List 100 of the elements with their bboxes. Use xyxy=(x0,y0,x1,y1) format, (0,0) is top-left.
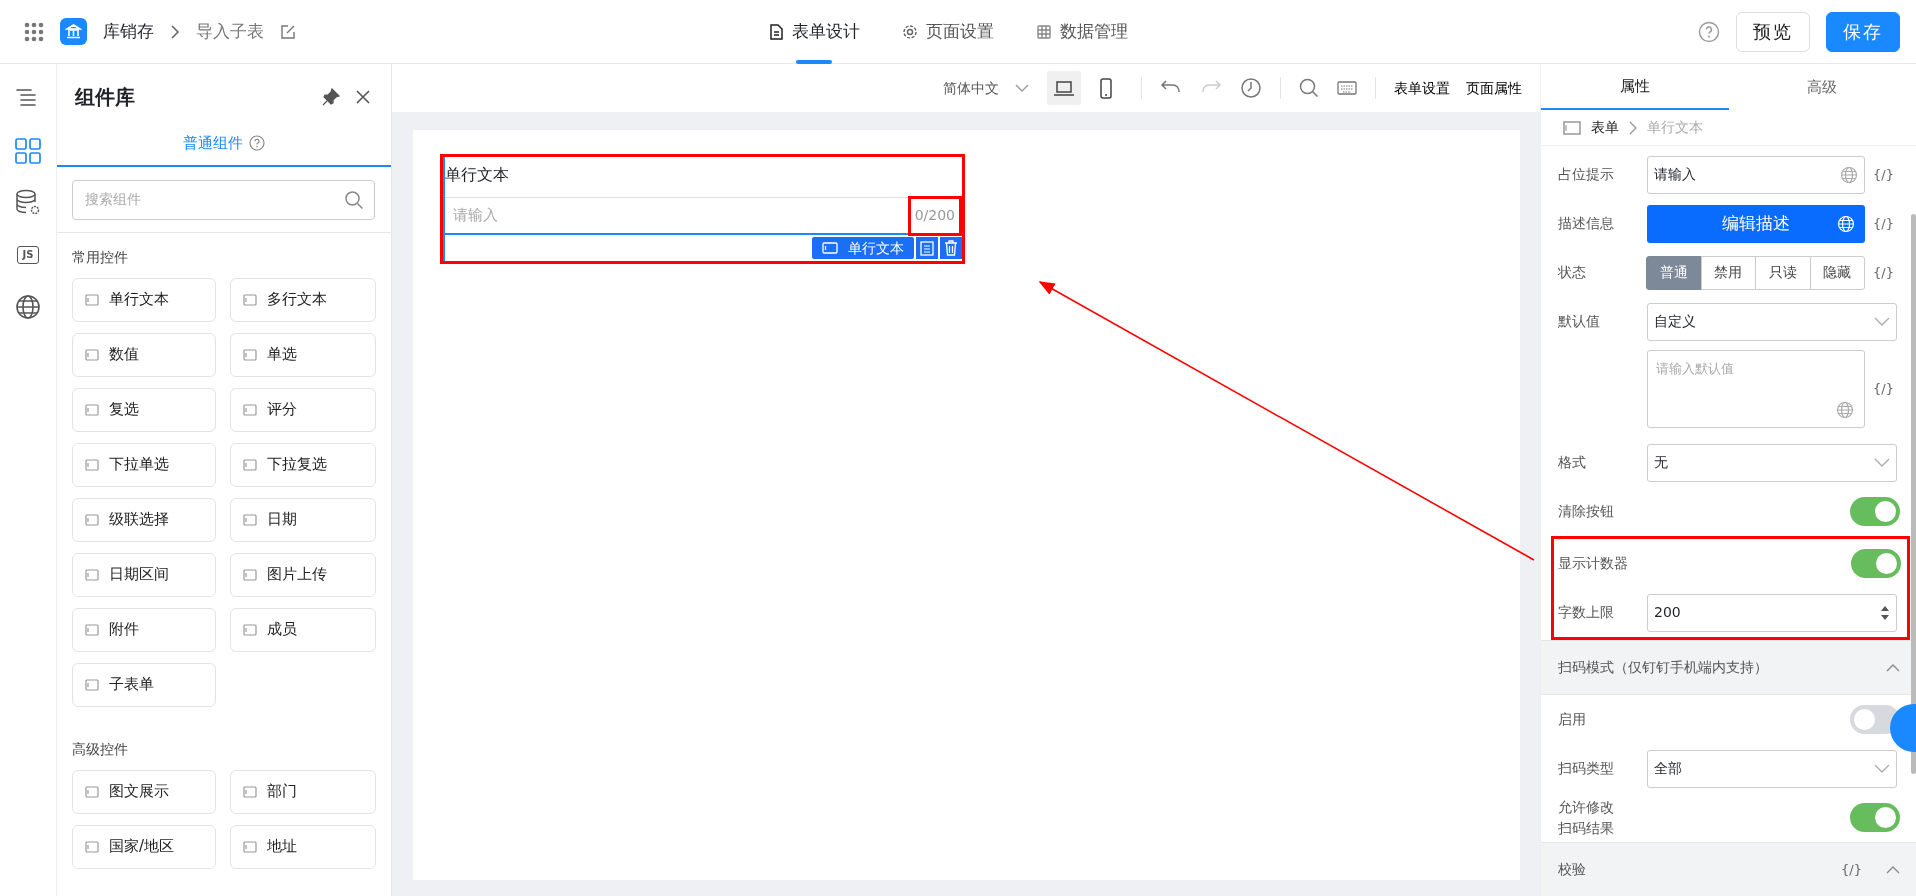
nav-tab[interactable]: 表单设计 xyxy=(768,0,860,64)
input-icon xyxy=(1563,120,1581,135)
copy-button[interactable] xyxy=(916,237,938,259)
nav-tab[interactable]: 数据管理 xyxy=(1036,0,1128,64)
component-item[interactable]: 附件 xyxy=(72,607,216,652)
component-tab[interactable]: 普通组件 xyxy=(57,124,391,167)
component-item[interactable]: 级联选择 xyxy=(72,497,216,542)
component-icon xyxy=(243,347,257,362)
table-icon xyxy=(1036,23,1052,40)
chevron-down-icon xyxy=(1874,458,1890,467)
component-item[interactable]: 国家/地区 xyxy=(72,824,216,869)
edit-icon[interactable] xyxy=(280,23,296,40)
component-item[interactable]: 下拉单选 xyxy=(72,442,216,487)
component-item[interactable]: 复选 xyxy=(72,387,216,432)
component-icon xyxy=(85,622,99,637)
field-type-tag[interactable]: 单行文本 xyxy=(812,237,914,259)
bank-logo-icon xyxy=(60,18,87,45)
search-field[interactable]: 搜索组件 xyxy=(72,179,375,220)
placeholder-input[interactable]: 请输入 xyxy=(1647,155,1865,194)
component-item[interactable]: 地址 xyxy=(230,824,376,869)
status-option[interactable]: 隐藏 xyxy=(1809,255,1865,290)
language-select[interactable]: 简体中文 xyxy=(943,77,1029,99)
component-icon xyxy=(85,457,99,472)
help-icon[interactable] xyxy=(1698,20,1720,43)
component-icon xyxy=(85,402,99,417)
panel-tab[interactable]: 属性 xyxy=(1541,64,1729,110)
field-label: 允许修改扫码结果 xyxy=(1558,797,1615,838)
laptop-view-button[interactable] xyxy=(1047,71,1081,105)
status-option[interactable]: 禁用 xyxy=(1700,255,1756,290)
document-icon xyxy=(768,23,784,40)
component-item[interactable]: 单选 xyxy=(230,332,376,377)
status-option[interactable]: 只读 xyxy=(1755,255,1811,290)
toolbar-link[interactable]: 表单设置 xyxy=(1394,77,1450,99)
toolbar-link[interactable]: 页面属性 xyxy=(1466,77,1522,99)
apps-menu-icon[interactable] xyxy=(24,21,44,42)
component-item[interactable]: 数值 xyxy=(72,332,216,377)
delete-button[interactable] xyxy=(940,237,962,259)
component-icon xyxy=(243,784,257,799)
chevron-down-icon xyxy=(1015,84,1029,92)
chevron-right-icon xyxy=(1629,120,1637,135)
component-item[interactable]: 子表单 xyxy=(72,662,216,707)
dropdown-select[interactable]: 无 xyxy=(1647,443,1897,482)
component-icon xyxy=(243,457,257,472)
app-title: 库销存 xyxy=(103,19,154,43)
toggle-switch[interactable] xyxy=(1850,497,1900,526)
globe-button[interactable] xyxy=(13,292,43,322)
field-label: 状态 xyxy=(1558,263,1587,282)
input-icon xyxy=(822,242,838,254)
preview-button[interactable]: 预览 xyxy=(1736,11,1810,52)
component-item[interactable]: 成员 xyxy=(230,607,376,652)
component-item[interactable]: 评分 xyxy=(230,387,376,432)
chevron-down-icon xyxy=(1874,317,1890,326)
status-option[interactable]: 普通 xyxy=(1646,255,1702,290)
component-icon xyxy=(243,292,257,307)
history-icon[interactable] xyxy=(1240,77,1262,99)
component-item[interactable]: 多行文本 xyxy=(230,277,376,322)
breadcrumb-item[interactable]: 表单 xyxy=(1591,117,1619,138)
component-item[interactable]: 日期区间 xyxy=(72,552,216,597)
toggle-switch[interactable] xyxy=(1850,803,1900,832)
component-item[interactable]: 日期 xyxy=(230,497,376,542)
chevron-up-icon[interactable] xyxy=(1886,865,1900,874)
component-item[interactable]: 图片上传 xyxy=(230,552,376,597)
number-input[interactable]: 200 xyxy=(1647,593,1897,632)
component-icon xyxy=(243,622,257,637)
component-item[interactable]: 图文展示 xyxy=(72,769,216,814)
expression-toggle[interactable]: {/} xyxy=(1873,379,1894,399)
dropdown-select[interactable]: 全部 xyxy=(1647,749,1897,788)
component-icon xyxy=(85,677,99,692)
component-item[interactable]: 下拉复选 xyxy=(230,442,376,487)
expression-toggle[interactable]: {/} xyxy=(1873,262,1894,283)
chevron-up-icon[interactable] xyxy=(1886,663,1900,672)
grid-button[interactable] xyxy=(13,136,43,166)
dropdown-select[interactable]: 自定义 xyxy=(1647,302,1897,341)
edit-description-button[interactable]: 编辑描述 xyxy=(1647,204,1865,243)
component-icon xyxy=(85,784,99,799)
search-icon[interactable] xyxy=(1299,78,1319,98)
expression-toggle[interactable]: {/} xyxy=(1841,859,1862,880)
js-button[interactable]: JS xyxy=(13,240,43,270)
component-icon xyxy=(85,292,99,307)
component-item[interactable]: 单行文本 xyxy=(72,277,216,322)
expression-toggle[interactable]: {/} xyxy=(1873,213,1894,234)
expression-toggle[interactable]: {/} xyxy=(1873,164,1894,185)
page-name: 导入子表 xyxy=(196,19,264,43)
scrollbar[interactable] xyxy=(1911,214,1916,774)
component-icon xyxy=(85,839,99,854)
close-icon[interactable] xyxy=(355,89,371,105)
nav-tab[interactable]: 页面设置 xyxy=(902,0,994,64)
component-icon xyxy=(85,567,99,582)
keyboard-icon[interactable] xyxy=(1337,80,1357,96)
component-item[interactable]: 部门 xyxy=(230,769,376,814)
panel-tab[interactable]: 高级 xyxy=(1728,64,1916,110)
field-label: 字数上限 xyxy=(1558,603,1615,622)
group-title: 常用控件 xyxy=(72,247,129,267)
field-label: 单行文本 xyxy=(445,164,510,186)
field-label: 启用 xyxy=(1558,710,1587,729)
component-icon xyxy=(85,347,99,362)
help-icon xyxy=(249,135,265,152)
default-value-textarea[interactable]: 请输入默认值 xyxy=(1647,350,1865,428)
pin-icon[interactable] xyxy=(321,87,341,107)
toggle-switch[interactable] xyxy=(1851,549,1901,578)
